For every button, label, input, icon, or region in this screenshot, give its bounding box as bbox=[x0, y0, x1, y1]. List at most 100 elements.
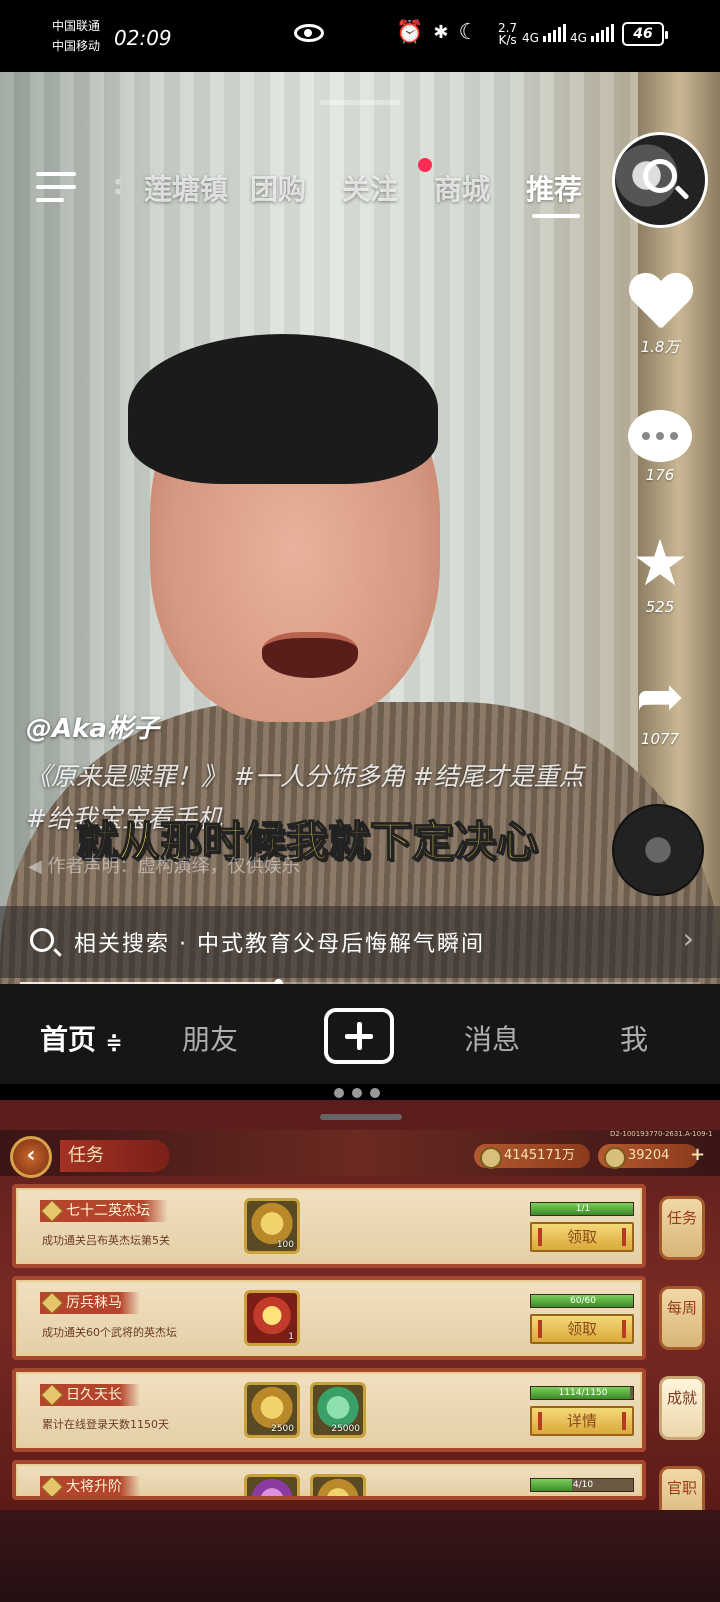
nav-home[interactable]: 首页 ≑ bbox=[40, 1018, 123, 1058]
alarm-icon: ⏰ bbox=[396, 20, 424, 45]
signal-2: 4G bbox=[570, 24, 614, 45]
signal-1-label: 4G bbox=[522, 31, 539, 45]
task-name: 厉兵秣马 bbox=[40, 1292, 140, 1314]
signal-1: 4G bbox=[522, 24, 566, 45]
music-disc-icon[interactable] bbox=[612, 804, 704, 896]
task-progress-bar: 1114/1150 bbox=[530, 1386, 634, 1400]
nav-messages[interactable]: 消息 bbox=[464, 1018, 520, 1058]
battery-icon: 46 bbox=[622, 22, 668, 46]
task-description: 成功通关60个武将的英杰坛 bbox=[42, 1326, 177, 1339]
comment-button[interactable]: 176 bbox=[618, 410, 702, 484]
speaker-icon: ◀ bbox=[28, 856, 48, 877]
comment-icon bbox=[628, 410, 692, 462]
drag-handle[interactable] bbox=[320, 100, 400, 105]
share-icon: ➦ bbox=[635, 662, 685, 730]
drag-handle[interactable] bbox=[320, 1114, 402, 1120]
game-bottom-area bbox=[0, 1510, 720, 1602]
task-row: 厉兵秣马 成功通关60个武将的英杰坛 1 60/60 领取 bbox=[12, 1276, 646, 1360]
gold-ingot-reward-icon[interactable]: 2500 bbox=[244, 1382, 300, 1438]
eye-icon bbox=[294, 24, 324, 42]
side-tab-achievements[interactable]: 成就 bbox=[659, 1376, 705, 1440]
signal-2-label: 4G bbox=[570, 31, 587, 45]
create-button[interactable] bbox=[324, 1008, 394, 1064]
claim-button[interactable]: 领取 bbox=[530, 1222, 634, 1252]
nav-home-switch-icon: ≑ bbox=[105, 1030, 123, 1054]
chevron-right-icon: › bbox=[682, 922, 694, 955]
game-side-tabs: 任务 每周 成就 官职 bbox=[652, 1196, 712, 1556]
task-progress-text: 4/10 bbox=[572, 1480, 594, 1490]
task-progress-text: 1114/1150 bbox=[558, 1388, 608, 1398]
net-speed: 2.7 K/s bbox=[498, 22, 517, 46]
notification-dot bbox=[418, 158, 432, 172]
orb-reward-icon[interactable] bbox=[244, 1474, 300, 1496]
reward-count: 2500 bbox=[271, 1424, 294, 1434]
video-person-hair bbox=[128, 334, 438, 484]
account-id: D2-100193770-2631.A-109-1 bbox=[610, 1130, 713, 1138]
task-row: 大将升阶 4/10 bbox=[12, 1460, 646, 1500]
tab-group-buy[interactable]: 团购 bbox=[232, 168, 324, 208]
gold-ingot-reward-icon[interactable] bbox=[310, 1474, 366, 1496]
share-count: 1077 bbox=[640, 730, 680, 748]
task-name: 日久天长 bbox=[40, 1384, 140, 1406]
search-button[interactable] bbox=[612, 132, 708, 228]
nav-me[interactable]: 我 bbox=[620, 1018, 648, 1058]
claim-button[interactable]: 领取 bbox=[530, 1314, 634, 1344]
moon-icon: ☾ bbox=[458, 20, 479, 45]
signal-bars-icon bbox=[590, 24, 614, 42]
video-author[interactable]: @Aka彬子 bbox=[26, 708, 159, 745]
tab-local[interactable]: 莲塘镇 bbox=[140, 168, 232, 208]
details-button[interactable]: 详情 bbox=[530, 1406, 634, 1436]
status-bar: 中国联通 中国移动 02:09 ⏰ ✱ ☾ 2.7 K/s 4G 4G 46 bbox=[0, 0, 720, 72]
video-person-mouth bbox=[262, 632, 358, 678]
reward-count: 100 bbox=[276, 1240, 294, 1250]
reward-count: 1 bbox=[288, 1332, 294, 1342]
comment-count: 176 bbox=[645, 466, 675, 484]
tab-recommend[interactable]: 推荐 bbox=[508, 168, 600, 218]
creator-statement-text: 作者声明：虚构演绎，仅供娱乐 bbox=[47, 856, 300, 877]
task-progress-text: 60/60 bbox=[570, 1296, 596, 1306]
related-search-bar[interactable]: 相关搜索 · 中式教育父母后悔解气瞬间 › bbox=[0, 906, 720, 978]
share-button[interactable]: ➦ 1077 bbox=[618, 666, 702, 748]
carrier-info: 中国联通 中国移动 bbox=[52, 16, 100, 56]
status-icons: ⏰ ✱ ☾ bbox=[396, 20, 478, 45]
task-description: 成功通关吕布英杰坛第5关 bbox=[42, 1234, 170, 1247]
task-name: 大将升阶 bbox=[40, 1476, 140, 1496]
search-icon bbox=[30, 928, 54, 952]
task-progress-bar: 4/10 bbox=[530, 1478, 634, 1492]
menu-icon[interactable] bbox=[36, 172, 76, 204]
back-button[interactable]: ‹ bbox=[10, 1136, 52, 1178]
star-icon: ★ bbox=[631, 527, 689, 601]
task-description: 累计在线登录天数1150天 bbox=[42, 1418, 169, 1431]
tab-following[interactable]: 关注 bbox=[324, 168, 416, 208]
side-tab-tasks[interactable]: 任务 bbox=[659, 1196, 705, 1260]
reward-count: 25000 bbox=[331, 1424, 360, 1434]
more-icon[interactable] bbox=[334, 1088, 380, 1098]
silver-balance: 4145171万 bbox=[474, 1144, 590, 1169]
task-progress-bar: 60/60 bbox=[530, 1294, 634, 1308]
game-window[interactable]: ‹ 任务 D2-100193770-2631.A-109-1 4145171万 … bbox=[0, 1100, 720, 1602]
task-row: 日久天长 累计在线登录天数1150天 2500 25000 1114/1150 … bbox=[12, 1368, 646, 1452]
like-button[interactable]: 1.8万 bbox=[618, 274, 702, 357]
carrier-2: 中国移动 bbox=[52, 39, 101, 53]
add-gold-button[interactable]: + bbox=[690, 1144, 705, 1165]
creator-statement: ◀ 作者声明：虚构演绎，仅供娱乐 bbox=[28, 852, 300, 878]
tab-mall[interactable]: 商城 bbox=[416, 168, 508, 208]
gold-ingot-reward-icon[interactable]: 100 bbox=[244, 1198, 300, 1254]
search-icon bbox=[643, 159, 677, 193]
task-progress-bar: 1/1 bbox=[530, 1202, 634, 1216]
carrier-1: 中国联通 bbox=[52, 19, 101, 33]
gold-balance: 39204 bbox=[598, 1144, 698, 1169]
favorite-button[interactable]: ★ 525 bbox=[618, 527, 702, 616]
jade-reward-icon[interactable]: 25000 bbox=[310, 1382, 366, 1438]
signal-bars-icon bbox=[542, 24, 566, 42]
general-portrait-reward-icon[interactable]: 1 bbox=[244, 1290, 300, 1346]
clock: 02:09 bbox=[114, 26, 172, 50]
top-tabs: : 莲塘镇 团购 关注 商城 推荐 bbox=[96, 168, 600, 218]
nav-friends[interactable]: 朋友 bbox=[182, 1018, 238, 1058]
game-page-title: 任务 bbox=[60, 1140, 170, 1172]
bottom-nav: 首页 ≑ 朋友 消息 我 bbox=[0, 984, 720, 1084]
net-speed-unit: K/s bbox=[498, 33, 517, 47]
task-row: 七十二英杰坛 成功通关吕布英杰坛第5关 100 1/1 领取 bbox=[12, 1184, 646, 1268]
related-search-text: 相关搜索 · 中式教育父母后悔解气瞬间 bbox=[74, 932, 485, 957]
side-tab-weekly[interactable]: 每周 bbox=[659, 1286, 705, 1350]
